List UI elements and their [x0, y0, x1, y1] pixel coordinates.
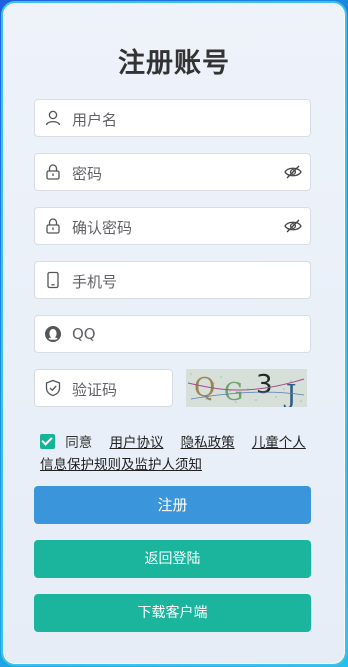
agreement-row: 同意 用户协议 隐私政策 儿童个人信息保护规则及监护人须知	[40, 432, 315, 476]
captcha-char-3: 3	[256, 370, 273, 400]
confirm-password-field[interactable]: 确认密码	[34, 207, 311, 245]
eye-icon[interactable]	[284, 218, 302, 234]
confirm-password-placeholder: 确认密码	[72, 219, 133, 237]
user-agreement-link[interactable]: 用户协议	[109, 435, 163, 451]
agree-prefix: 同意	[65, 435, 93, 451]
captcha-image[interactable]: Q G 3 J	[186, 369, 307, 407]
lock-icon	[46, 218, 60, 234]
captcha-field[interactable]: 验证码	[34, 369, 173, 407]
register-button[interactable]: 注册	[34, 486, 311, 524]
phone-field[interactable]: 手机号	[34, 261, 311, 299]
download-client-button[interactable]: 下载客户端	[34, 594, 311, 632]
user-icon	[45, 110, 61, 126]
qq-field[interactable]: QQ	[34, 315, 311, 353]
shield-icon	[45, 379, 61, 397]
eye-icon[interactable]	[284, 164, 302, 180]
password-placeholder: 密码	[72, 165, 103, 183]
agree-checkbox[interactable]	[40, 434, 55, 449]
qq-placeholder: QQ	[72, 325, 96, 343]
captcha-placeholder: 验证码	[72, 381, 118, 399]
password-field[interactable]: 密码	[34, 153, 311, 191]
captcha-char-2: G	[224, 378, 243, 406]
username-placeholder: 用户名	[72, 111, 118, 129]
username-field[interactable]: 用户名	[34, 99, 311, 137]
qq-icon	[45, 326, 61, 342]
back-login-button[interactable]: 返回登陆	[34, 540, 311, 578]
lock-icon	[46, 164, 60, 180]
phone-icon	[47, 271, 59, 289]
page-title: 注册账号	[118, 48, 230, 79]
privacy-policy-link[interactable]: 隐私政策	[181, 435, 235, 451]
phone-placeholder: 手机号	[72, 273, 118, 291]
